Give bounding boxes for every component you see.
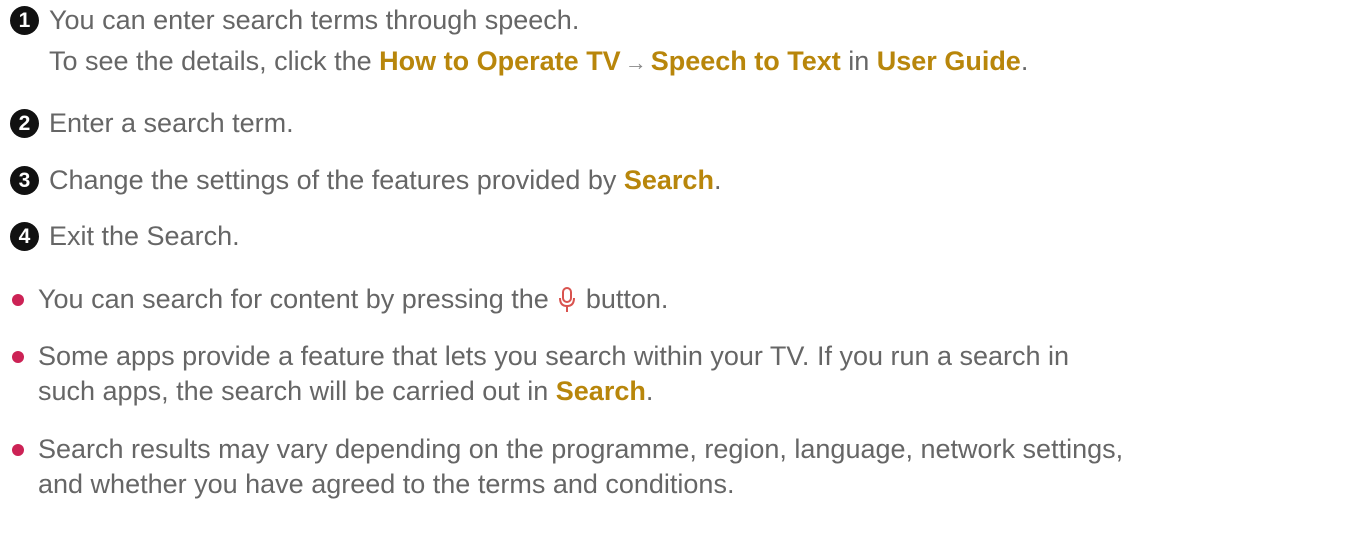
bullet-1-prefix: You can search for content by pressing t… [38, 284, 557, 314]
bullet-3-line2: and whether you have agreed to the terms… [38, 469, 735, 499]
bullet-3-line1: Search results may vary depending on the… [38, 434, 1124, 464]
number-2-badge: 2 [10, 109, 39, 138]
numbered-item-2-text: Enter a search term. [49, 108, 294, 138]
numbered-item-2: 2 Enter a search term. [10, 103, 294, 144]
numbered-item-1: 1 You can enter search terms through spe… [10, 0, 1028, 83]
search-link[interactable]: Search [556, 376, 646, 406]
bullet-dot [12, 444, 24, 456]
speech-to-text-link[interactable]: Speech to Text [651, 46, 841, 76]
item-3-suffix: . [713, 165, 722, 195]
search-link[interactable]: Search [624, 165, 714, 195]
bullet-item-1-text: You can search for content by pressing t… [38, 282, 668, 322]
number-3-badge: 3 [10, 166, 39, 195]
bullet-dot [12, 351, 24, 363]
bullet-2-prefix: such apps, the search will be carried ou… [38, 376, 556, 406]
numbered-item-4-text: Exit the Search. [49, 221, 240, 251]
bullet-item-3: Search results may vary depending on the… [12, 432, 1123, 502]
item-3-prefix: Change the settings of the features prov… [49, 165, 624, 195]
user-guide-link[interactable]: User Guide [877, 46, 1021, 76]
microphone-icon [558, 287, 576, 322]
bullet-item-1: You can search for content by pressing t… [12, 282, 668, 322]
numbered-item-1-text: You can enter search terms through speec… [49, 0, 1028, 83]
numbered-item-3: 3 Change the settings of the features pr… [10, 160, 721, 201]
bullet-dot [12, 294, 24, 306]
numbered-item-1-line2: To see the details, click the How to Ope… [49, 41, 1028, 83]
arrow-right-icon: → [624, 50, 647, 75]
how-to-operate-tv-link[interactable]: How to Operate TV [379, 46, 621, 76]
period: . [1020, 46, 1029, 76]
bullet-item-2: Some apps provide a feature that lets yo… [12, 339, 1069, 409]
number-4-badge: 4 [10, 222, 39, 251]
numbered-item-1-line1: You can enter search terms through speec… [49, 5, 580, 35]
bullet-1-suffix: button. [578, 284, 669, 314]
bullet-item-2-text: Some apps provide a feature that lets yo… [38, 339, 1069, 409]
line2-prefix: To see the details, click the [49, 46, 380, 76]
in-text: in [840, 46, 877, 76]
bullet-2-line1: Some apps provide a feature that lets yo… [38, 341, 1070, 371]
numbered-item-3-text: Change the settings of the features prov… [49, 160, 721, 201]
bullet-2-line2: such apps, the search will be carried ou… [38, 374, 1069, 409]
bullet-2-suffix: . [645, 376, 654, 406]
numbered-item-4: 4 Exit the Search. [10, 216, 240, 257]
number-1-badge: 1 [10, 6, 39, 35]
bullet-item-3-text: Search results may vary depending on the… [38, 432, 1123, 502]
